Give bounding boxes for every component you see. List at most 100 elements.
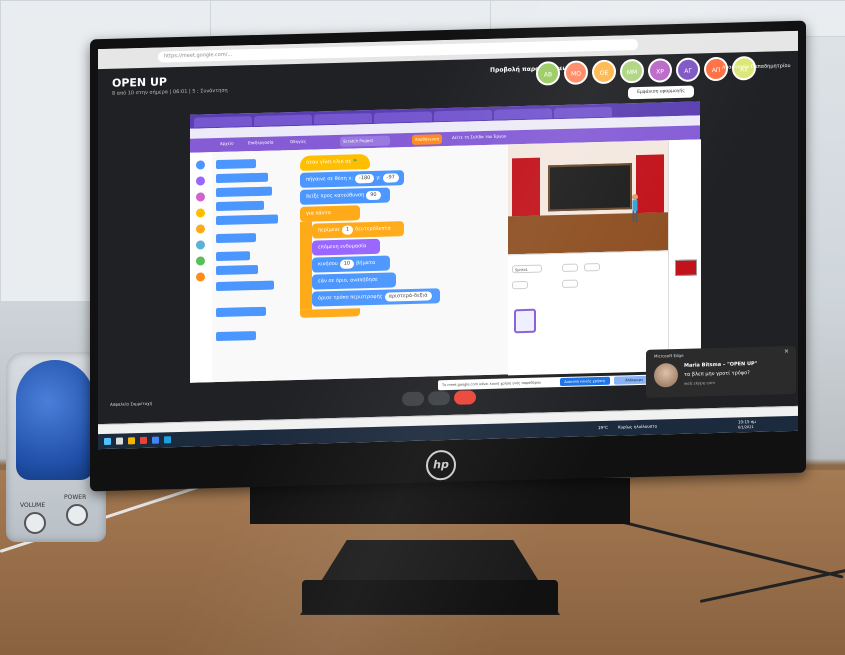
palette-block[interactable] — [216, 280, 274, 292]
tab[interactable] — [374, 111, 432, 123]
backdrop-panel — [668, 139, 701, 371]
tab[interactable] — [554, 106, 612, 119]
sprite-panel: Sprite1 — [508, 250, 668, 376]
volume-label: VOLUME — [20, 502, 46, 509]
project-title-input[interactable]: Scratch Project — [340, 135, 390, 147]
forever-block[interactable]: για πάντα — [300, 205, 360, 222]
tooltip: Εμφάνιση εφαρμογής — [628, 85, 694, 100]
sensing-category-icon[interactable] — [196, 240, 205, 250]
power-label: POWER — [64, 494, 87, 501]
word-icon[interactable] — [152, 436, 159, 444]
palette-block[interactable] — [216, 251, 250, 262]
see-project-page-link[interactable]: Δείτε τη Σελίδα του Έργου — [452, 133, 506, 139]
menu-tutorials[interactable]: Οδηγίες — [290, 139, 306, 144]
participant-avatar[interactable]: AB — [536, 61, 560, 86]
tab[interactable] — [254, 114, 312, 127]
blackboard — [548, 163, 632, 212]
bounce-on-edge-block[interactable]: εάν σε όριο, αναπήδησε — [312, 272, 396, 290]
sound-category-icon[interactable] — [196, 192, 205, 202]
close-icon[interactable]: ✕ — [784, 348, 789, 355]
palette-block[interactable] — [216, 331, 256, 342]
menu-file[interactable]: Αρχείο — [220, 141, 234, 146]
power-knob — [66, 504, 88, 526]
tab[interactable] — [434, 109, 492, 122]
curtain-right — [636, 154, 664, 214]
camera-button[interactable] — [428, 390, 450, 406]
direction-field[interactable] — [562, 279, 578, 289]
tab[interactable] — [194, 116, 252, 128]
block-palette — [212, 150, 283, 383]
palette-block[interactable] — [216, 264, 258, 276]
events-category-icon[interactable] — [196, 208, 205, 218]
clock-date: 6/1/2021 — [738, 424, 754, 430]
backdrop-thumbnail[interactable] — [675, 259, 697, 277]
volume-knob — [24, 512, 46, 534]
forever-block-bottom — [300, 308, 360, 318]
notification-source: web.skype.com — [684, 380, 715, 386]
stage-floor — [508, 212, 668, 255]
weather-text: Κυρίως ηλιόλουστο — [618, 423, 658, 430]
move-steps-block[interactable]: κινήσου 10 βήματα — [312, 255, 390, 273]
sprite-name-field[interactable]: Sprite1 — [512, 264, 542, 274]
set-rotation-style-block[interactable]: όρισε τρόπο περιστροφής αριστερά-δεξιά — [312, 288, 440, 307]
looks-category-icon[interactable] — [196, 176, 205, 186]
category-palette — [190, 152, 213, 383]
end-call-button[interactable] — [454, 390, 476, 405]
curtain-left — [512, 157, 540, 217]
sprite-figure[interactable] — [631, 193, 639, 223]
stop-sharing-button[interactable]: Διακοπή κοινής χρήσης — [560, 376, 610, 387]
sprite-thumbnail[interactable] — [514, 308, 536, 334]
y-field[interactable] — [584, 263, 600, 272]
chrome-icon[interactable] — [140, 436, 147, 445]
participant-avatar[interactable]: OE — [592, 59, 616, 85]
operators-category-icon[interactable] — [196, 256, 205, 266]
variables-category-icon[interactable] — [196, 272, 205, 282]
tab[interactable] — [314, 112, 372, 125]
stage[interactable] — [508, 140, 668, 255]
participant-avatar[interactable]: MO — [564, 60, 588, 85]
when-flag-clicked-block[interactable]: όταν γίνει κλικ σε ⚑ — [300, 154, 370, 171]
palette-block[interactable] — [216, 306, 266, 318]
speaker-grille — [16, 360, 94, 480]
save-button[interactable]: Αποθήκευση — [412, 134, 442, 145]
tab[interactable] — [494, 108, 552, 120]
notification-message: τα βλεπ μην γροτί τρόφο? — [684, 370, 750, 378]
palette-block[interactable] — [216, 159, 256, 170]
participant-avatar[interactable]: ΑΓ — [676, 57, 700, 83]
size-field[interactable] — [512, 280, 528, 290]
palette-block[interactable] — [216, 214, 278, 226]
notification-sender: Maria Bitsma – "OPEN UP" — [684, 360, 758, 369]
palette-block[interactable] — [216, 172, 268, 184]
shared-screen: Αρχείο Επεξεργασία Οδηγίες Scratch Proje… — [190, 101, 701, 383]
clock-time: 10:15 πμ — [738, 418, 756, 425]
monitor-stand-base — [302, 580, 558, 614]
control-category-icon[interactable] — [196, 224, 205, 234]
file-explorer-icon[interactable] — [128, 437, 135, 445]
code-area[interactable]: όταν γίνει κλικ σε ⚑ πήγαινε σε θέση x: -… — [282, 144, 508, 381]
palette-block[interactable] — [216, 233, 256, 244]
palette-block[interactable] — [216, 186, 272, 198]
participant-avatar[interactable]: MM — [620, 58, 644, 84]
meeting-details[interactable]: Ασφαλεία Συμμετοχή — [110, 401, 152, 407]
motion-category-icon[interactable] — [196, 160, 205, 170]
forever-block-arm — [300, 221, 312, 310]
point-direction-block[interactable]: δείξε προς κατεύθυνση 90 — [300, 187, 390, 205]
edge-notification[interactable]: Microsoft Edge ✕ Maria Bitsma – "OPEN UP… — [646, 345, 796, 398]
participant-avatar[interactable]: ΧΡ — [648, 58, 672, 83]
next-costume-block[interactable]: επόμενη ενδυμασία — [312, 238, 380, 256]
monitor: https://meet.google.com/... OPEN UP 8 απ… — [90, 20, 806, 492]
weather-temperature: 19°C — [598, 424, 608, 431]
windows-start-icon[interactable] — [104, 437, 111, 446]
edge-icon[interactable] — [164, 436, 171, 444]
x-field[interactable] — [562, 263, 578, 273]
goto-xy-block[interactable]: πήγαινε σε θέση x: -180 y: -97 — [300, 170, 404, 188]
palette-block[interactable] — [216, 200, 264, 212]
notification-app: Microsoft Edge — [654, 352, 684, 359]
wait-block[interactable]: περίμενε 1 δευτερόλεπτα — [312, 221, 404, 239]
hp-logo: hp — [426, 449, 456, 481]
search-icon[interactable] — [116, 437, 123, 445]
menu-edit[interactable]: Επεξεργασία — [248, 140, 274, 146]
screen: https://meet.google.com/... OPEN UP 8 απ… — [98, 30, 798, 450]
avatar — [654, 362, 678, 388]
microphone-button[interactable] — [402, 391, 424, 407]
